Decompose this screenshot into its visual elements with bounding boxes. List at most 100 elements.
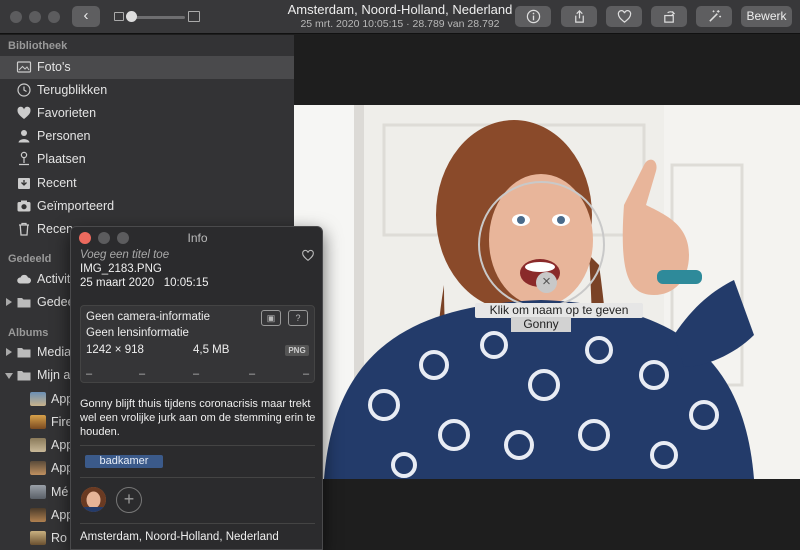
camera-wb-icon: ▣ <box>261 310 281 326</box>
favorite-heart-icon[interactable] <box>301 249 315 262</box>
sidebar-item-label: Personen <box>37 129 91 143</box>
magic-wand-icon <box>708 9 721 22</box>
lens-info: Geen lensinformatie <box>86 327 189 339</box>
sidebar-item-label: Ro <box>51 531 67 545</box>
shared-header: Gedeeld <box>8 253 52 265</box>
sidebar-item-label: Plaatsen <box>37 152 86 166</box>
import-tray-icon <box>18 178 30 189</box>
sidebar-item-imported[interactable]: Geïmporteerd <box>0 195 294 218</box>
date-value: 25 maart 2020 <box>80 277 155 289</box>
album-thumb <box>30 508 46 522</box>
camera-icon <box>17 200 31 212</box>
title-block: Amsterdam, Noord-Holland, Nederland 25 m… <box>280 2 520 30</box>
sidebar-item-label: Recent <box>37 176 77 190</box>
sidebar-item-label: Foto's <box>37 60 71 74</box>
exif-value: – <box>193 368 200 380</box>
back-icon: ‹ <box>83 7 89 24</box>
help-icon: ? <box>288 310 308 326</box>
albums-header: Albums <box>8 327 49 339</box>
toolbar: ‹ Amsterdam, Noord-Holland, Nederland 25… <box>0 0 800 34</box>
disclosure-triangle[interactable] <box>5 373 13 379</box>
divider <box>80 445 315 446</box>
face-name-prompt[interactable]: Klik om naam op te geven <box>475 303 643 318</box>
folder-icon <box>17 348 31 358</box>
sidebar-item-places[interactable]: Plaatsen <box>0 148 294 171</box>
favorite-button[interactable] <box>606 6 642 27</box>
album-thumb <box>30 461 46 475</box>
sidebar-item-label: Mijn a <box>37 368 71 382</box>
location-label[interactable]: Amsterdam, Noord-Holland, Nederland <box>80 531 279 543</box>
share-icon <box>574 10 584 23</box>
info-button[interactable] <box>515 6 551 27</box>
sidebar-item-label: Recen <box>37 222 74 236</box>
plus-icon: + <box>123 489 135 509</box>
face-thumbnail-image <box>81 487 106 512</box>
window-subtitle: 25 mrt. 2020 10:05:15 · 28.789 van 28.79… <box>300 18 500 30</box>
add-title-field[interactable]: Voeg een titel toe <box>80 249 169 261</box>
folder-icon <box>17 371 31 381</box>
exif-value: – <box>249 368 256 380</box>
divider <box>80 477 315 478</box>
photos-icon <box>16 61 32 73</box>
filename: IMG_2183.PNG <box>80 263 162 275</box>
caption-field[interactable]: Gonny blijft thuis tijdens coronacrisis … <box>80 397 318 439</box>
heart-icon <box>17 106 31 119</box>
rotate-button[interactable] <box>651 6 687 27</box>
sidebar-item-label: Activit <box>37 272 71 286</box>
zoom-window-button[interactable] <box>48 11 60 23</box>
exif-value: – <box>303 368 310 380</box>
face-thumbnail-avatar[interactable] <box>81 487 106 512</box>
sidebar-item-label: Gedee <box>37 295 75 309</box>
back-button[interactable]: ‹ <box>72 6 100 27</box>
trash-icon <box>19 222 29 236</box>
album-thumb <box>30 531 46 545</box>
camera-info: Geen camera-informatie <box>86 311 210 323</box>
info-panel: Info Voeg een titel toe IMG_2183.PNG 25 … <box>70 226 323 550</box>
zoom-slider-knob[interactable] <box>126 11 137 22</box>
sidebar-item-recent[interactable]: Recent <box>0 172 294 195</box>
album-thumb <box>30 485 46 499</box>
file-size: 4,5 MB <box>193 344 230 356</box>
heart-icon <box>617 10 631 23</box>
share-button[interactable] <box>561 6 597 27</box>
album-thumb <box>30 438 46 452</box>
edit-button[interactable]: Bewerk <box>741 6 792 27</box>
memories-icon <box>17 83 31 97</box>
pin-icon <box>19 151 29 166</box>
sidebar-item-memories[interactable]: Terugblikken <box>0 79 294 102</box>
sidebar-item-label: Mé <box>51 485 69 499</box>
close-icon: × <box>542 273 551 290</box>
disclosure-triangle[interactable] <box>6 348 12 356</box>
keyword-tag[interactable]: badkamer <box>85 455 163 468</box>
capture-date: 25 maart 2020 10:05:15 <box>80 277 209 289</box>
time-value: 10:05:15 <box>163 277 209 289</box>
sidebar-item-photos[interactable]: Foto's <box>0 56 294 79</box>
exif-value: – <box>139 368 146 380</box>
sidebar-item-people[interactable]: Personen <box>0 125 294 148</box>
window-title: Amsterdam, Noord-Holland, Nederland <box>287 2 513 17</box>
photos-app-window: ‹ Amsterdam, Noord-Holland, Nederland 25… <box>0 0 800 550</box>
sidebar-item-label: Geïmporteerd <box>37 199 115 213</box>
album-thumb <box>30 392 46 406</box>
sidebar-item-label: Terugblikken <box>37 83 108 97</box>
cloud-icon <box>17 274 31 284</box>
zoom-slider[interactable] <box>130 16 185 19</box>
sidebar-item-label: Favorieten <box>37 106 97 120</box>
close-window-button[interactable] <box>10 11 22 23</box>
person-icon <box>18 130 30 143</box>
exif-value: – <box>86 368 93 380</box>
folder-icon <box>17 298 31 308</box>
format-badge: PNG <box>285 345 309 356</box>
remove-face-button[interactable]: × <box>536 272 557 293</box>
library-header: Bibliotheek <box>8 40 68 52</box>
large-thumbnail-icon <box>188 11 200 22</box>
face-name-field[interactable]: Gonny <box>511 317 571 332</box>
enhance-button[interactable] <box>696 6 732 27</box>
disclosure-triangle[interactable] <box>6 298 12 306</box>
sidebar-item-favorites[interactable]: Favorieten <box>0 102 294 125</box>
album-thumb <box>30 415 46 429</box>
rotate-icon <box>663 10 675 23</box>
add-face-button[interactable]: + <box>116 487 142 513</box>
minimize-window-button[interactable] <box>29 11 41 23</box>
info-icon <box>526 9 540 24</box>
